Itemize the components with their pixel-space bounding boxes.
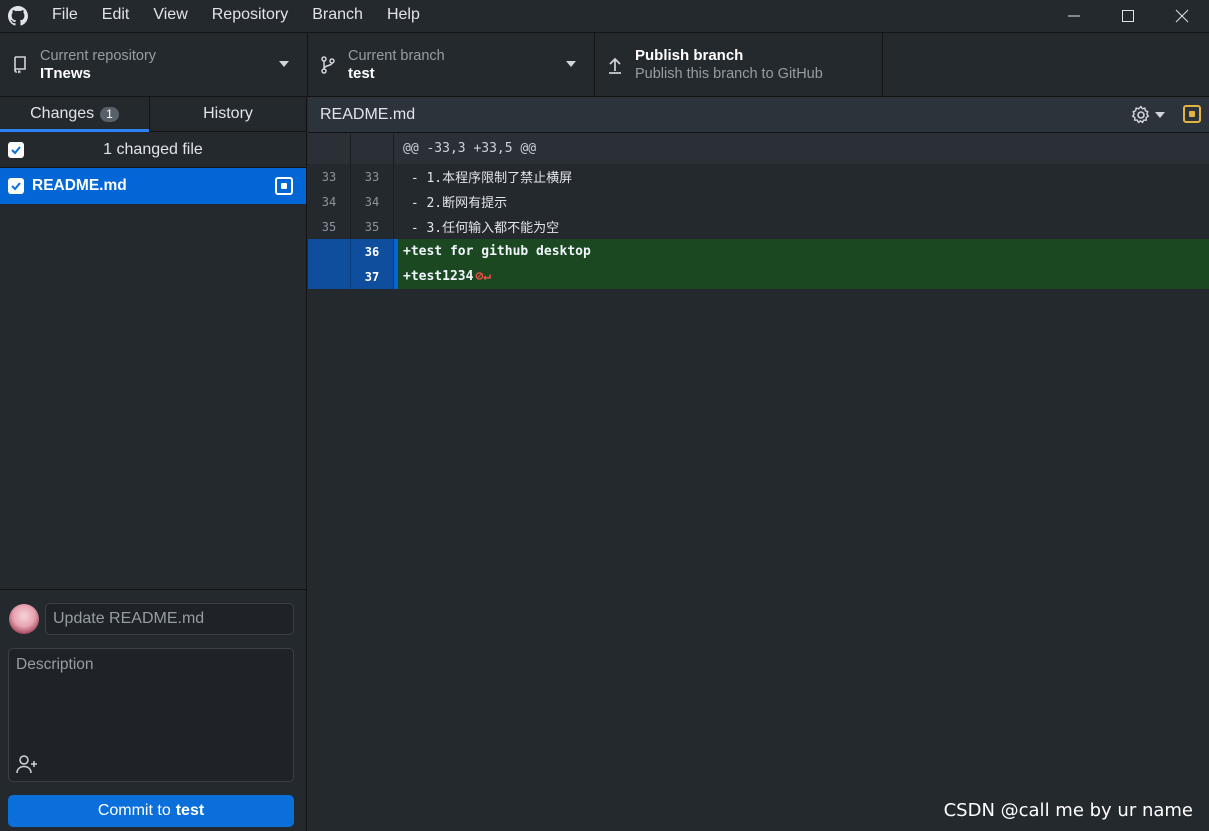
diff-added-line[interactable]: 36 +test for github desktop: [308, 239, 1209, 264]
hunk-header: @@ -33,3 +33,5 @@: [403, 141, 537, 156]
file-modified-icon: [275, 177, 293, 195]
close-icon: [1175, 9, 1189, 23]
diff-line-content: +test1234 ⊘↵: [394, 264, 1209, 289]
toolbar: Current repository ITnews Current branch…: [0, 32, 1209, 97]
repo-icon: [0, 56, 40, 74]
old-line-number: 33: [308, 164, 351, 189]
avatar: [9, 604, 39, 634]
diff-options-button[interactable]: [1131, 105, 1165, 125]
menu-repository[interactable]: Repository: [200, 0, 300, 32]
diff-view: README.md @@ -33,3 +33,5 @@ 33 33 - 1.本程…: [308, 97, 1209, 831]
menu-branch[interactable]: Branch: [300, 0, 375, 32]
github-logo-icon: [0, 0, 36, 32]
old-line-gutter: [308, 133, 351, 164]
repo-dropdown-caret-icon: [279, 61, 289, 67]
file-checkbox[interactable]: [8, 178, 24, 194]
sidebar-tabs: Changes 1 History: [0, 97, 306, 132]
minimize-button[interactable]: [1047, 0, 1101, 32]
tab-history-label: History: [203, 105, 253, 122]
new-line-number: 33: [351, 164, 394, 189]
gear-icon: [1131, 105, 1150, 124]
repo-label: Current repository: [40, 48, 157, 64]
diff-added-line[interactable]: 37 +test1234 ⊘↵: [308, 264, 1209, 289]
repo-name: ITnews: [40, 65, 91, 82]
title-bar: File Edit View Repository Branch Help: [0, 0, 1209, 32]
menu-file[interactable]: File: [40, 0, 90, 32]
diff-body: @@ -33,3 +33,5 @@ 33 33 - 1.本程序限制了禁止横屏 3…: [308, 133, 1209, 289]
upload-icon: [595, 56, 635, 74]
diff-line-text: +test1234: [403, 269, 474, 284]
diff-line-text: +test for github desktop: [394, 239, 1209, 264]
tab-history[interactable]: History: [150, 97, 306, 131]
chevron-down-icon: [1155, 112, 1165, 118]
old-line-number: 34: [308, 189, 351, 214]
window-controls: [1047, 0, 1209, 32]
changed-files-count: 1 changed file: [103, 140, 203, 158]
branch-name: test: [348, 65, 375, 82]
current-repository-button[interactable]: Current repository ITnews: [0, 33, 308, 97]
publish-label: Publish branch: [635, 47, 744, 64]
commit-description-field[interactable]: Description: [8, 648, 294, 782]
checkmark-icon: [11, 146, 21, 155]
new-line-number: 37: [351, 264, 394, 289]
file-modified-status-icon: [1183, 105, 1201, 123]
old-line-number: [308, 264, 351, 289]
menu-view[interactable]: View: [141, 0, 199, 32]
select-all-checkbox[interactable]: [8, 142, 24, 158]
new-line-number: 34: [351, 189, 394, 214]
commit-button-branch: test: [175, 802, 205, 819]
changed-files-header: 1 changed file: [0, 132, 306, 168]
hunk-header-row[interactable]: @@ -33,3 +33,5 @@: [308, 133, 1209, 164]
new-line-number: 35: [351, 214, 394, 239]
minimize-icon: [1068, 15, 1080, 17]
diff-line-text: - 3.任何输入都不能为空: [403, 221, 560, 236]
maximize-button[interactable]: [1101, 0, 1155, 32]
tab-changes[interactable]: Changes 1: [0, 97, 150, 132]
no-newline-icon: ⊘↵: [475, 269, 492, 284]
diff-line[interactable]: 35 35 - 3.任何输入都不能为空: [308, 214, 1209, 239]
diff-line-text: - 1.本程序限制了禁止横屏: [403, 171, 573, 186]
changes-count-badge: 1: [100, 106, 119, 122]
old-line-number: [308, 239, 351, 264]
publish-branch-button[interactable]: Publish branch Publish this branch to Gi…: [595, 33, 883, 97]
add-coauthor-icon[interactable]: [15, 753, 39, 775]
diff-line[interactable]: 33 33 - 1.本程序限制了禁止横屏: [308, 164, 1209, 189]
description-placeholder: Description: [16, 656, 94, 673]
close-button[interactable]: [1155, 0, 1209, 32]
menu-help[interactable]: Help: [375, 0, 432, 32]
new-line-gutter: [351, 133, 394, 164]
menu-bar: File Edit View Repository Branch Help: [40, 0, 432, 32]
commit-button-prefix: Commit to: [97, 802, 171, 819]
diff-file-name: README.md: [320, 105, 416, 123]
watermark: CSDN @call me by ur name: [943, 800, 1193, 821]
diff-header: README.md: [308, 97, 1209, 133]
branch-dropdown-caret-icon: [566, 61, 576, 67]
diff-line-text: - 2.断网有提示: [403, 196, 508, 211]
commit-button[interactable]: Commit to test: [8, 795, 294, 827]
diff-line[interactable]: 34 34 - 2.断网有提示: [308, 189, 1209, 214]
new-line-number: 36: [351, 239, 394, 264]
menu-edit[interactable]: Edit: [90, 0, 142, 32]
changed-file-row[interactable]: README.md: [0, 168, 306, 204]
checkmark-icon: [11, 182, 21, 191]
changed-file-name: README.md: [32, 177, 127, 194]
commit-panel: Update README.md Description Commit to t…: [0, 589, 306, 831]
maximize-icon: [1122, 10, 1134, 22]
commit-summary-input[interactable]: Update README.md: [45, 603, 294, 635]
branch-label: Current branch: [348, 48, 445, 64]
old-line-number: 35: [308, 214, 351, 239]
tab-changes-label: Changes: [30, 105, 95, 122]
current-branch-button[interactable]: Current branch test: [308, 33, 595, 97]
branch-icon: [308, 56, 348, 74]
changes-sidebar: Changes 1 History 1 changed file README.…: [0, 97, 307, 831]
publish-description: Publish this branch to GitHub: [635, 66, 823, 82]
